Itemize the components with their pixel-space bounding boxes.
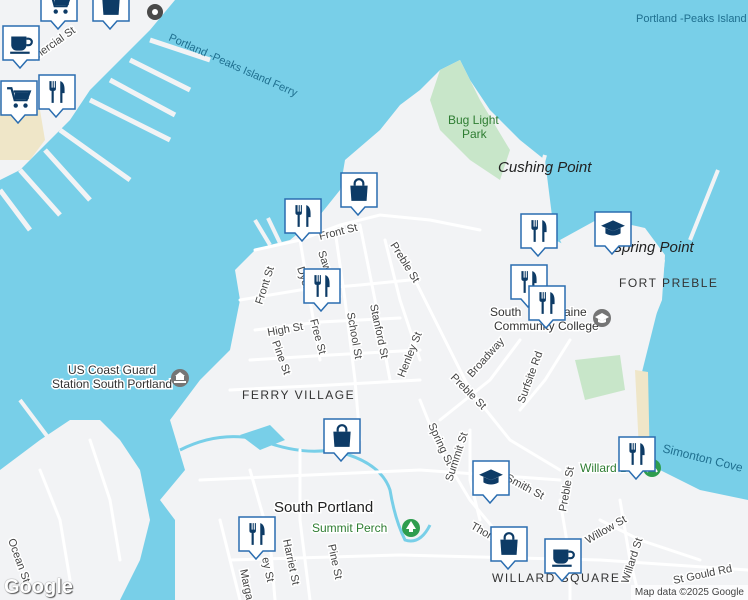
poi-icon-summit-perch[interactable] [402,519,420,537]
park-label-bug-light: Bug Light [448,113,499,127]
shopping-bag-icon [101,0,121,16]
place-label-cushing-point: Cushing Point [498,159,592,176]
water-label-ferry-top: Portland -Peaks Island [636,13,747,25]
poi-label-coast-guard-1: US Coast Guard [68,363,156,377]
map-canvas[interactable]: Portland -Peaks Island Ferry Portland -P… [0,0,748,600]
poi-label-college-1: South [490,305,521,319]
attribution-bar[interactable]: Map data ©2025 Google [630,585,748,600]
google-logo-text: Google [4,576,73,598]
area-label-fort-preble: FORT PREBLE [619,276,718,290]
poi-icon-coast-guard[interactable] [171,369,189,387]
map-data-attribution: Map data ©2025 Google [634,587,744,598]
park-label-bug-light-2: Park [462,127,488,141]
park-label-summit-perch: Summit Perch [312,521,387,535]
poi-label-college-1-tail: aine [564,305,587,319]
water-label-simonton-cove: Simonton Cove [661,441,744,475]
city-label-south-portland: South Portland [274,499,373,516]
google-logo[interactable]: Google [4,576,73,599]
poi-icon-ferry-terminal[interactable] [147,4,163,20]
area-label-ferry-village: FERRY VILLAGE [242,388,355,402]
poi-icon-college[interactable] [593,309,611,327]
poi-label-coast-guard-2: Station South Portland [52,377,172,391]
